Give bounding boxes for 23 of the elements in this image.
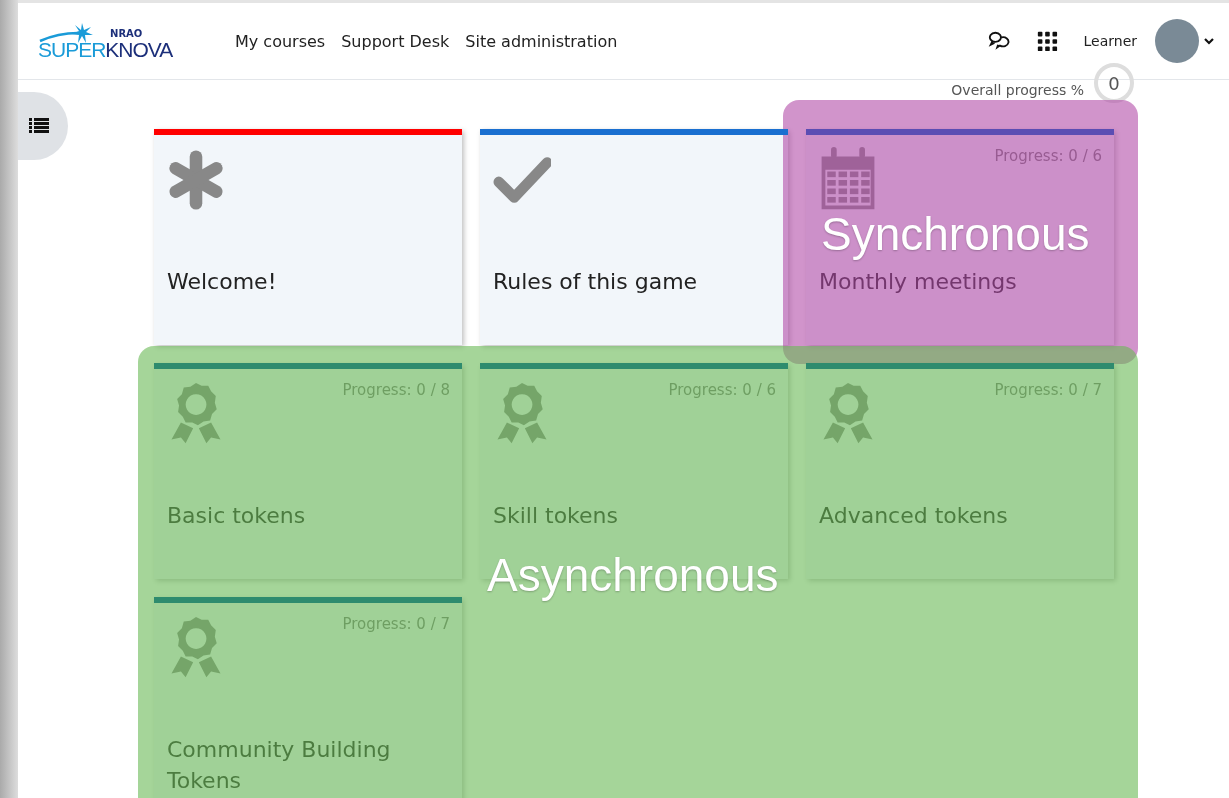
caret-icon[interactable] [1203, 35, 1215, 47]
course-section-card[interactable]: Rules of this game [480, 129, 788, 345]
logo[interactable]: NRAO SUPERKNOVA [38, 21, 198, 61]
section-title: Welcome! [167, 268, 278, 296]
avatar-photo-placeholder[interactable] [1155, 19, 1199, 63]
nav-link[interactable]: Site administration [465, 31, 618, 51]
chat-icon[interactable] [987, 30, 1010, 52]
course-section-card[interactable]: Welcome! [154, 129, 462, 345]
list-icon [29, 118, 49, 134]
nav-link[interactable]: My courses [235, 31, 326, 51]
overall-progress-value: 0 [1094, 63, 1134, 103]
section-title: Basic tokens [167, 502, 307, 530]
section-title: Advanced tokens [819, 502, 1009, 530]
section-title: Skill tokens [493, 502, 620, 530]
drawer-toggle-button[interactable] [18, 92, 68, 160]
apps-grid-icon[interactable] [1035, 30, 1058, 52]
section-title: Community Building Tokens [167, 736, 392, 795]
overall-progress-label: Overall progress % [951, 82, 1084, 98]
user-name[interactable]: Learner [1083, 33, 1137, 49]
nav-link[interactable]: Support Desk [341, 31, 450, 51]
annotation-label: Synchronous [821, 207, 1090, 261]
section-title: Rules of this game [493, 268, 699, 296]
section-title: Monthly meetings [819, 268, 1018, 296]
